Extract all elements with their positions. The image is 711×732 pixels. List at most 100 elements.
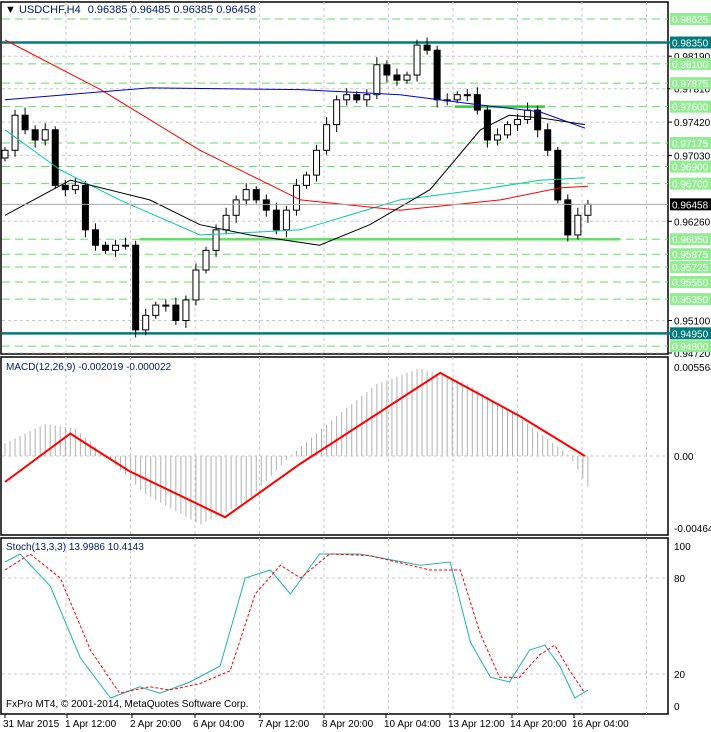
level-label: 0.96700 <box>672 180 709 191</box>
stoch-axis-label: 20 <box>674 670 686 681</box>
candle-body <box>182 299 190 321</box>
candle <box>51 126 59 189</box>
pane-border-2 <box>0 537 669 715</box>
macd-axis-label: 0.005568 <box>674 363 711 374</box>
candle-body <box>313 149 321 176</box>
candle-body <box>333 99 341 126</box>
candle-body <box>564 199 572 236</box>
candle-body <box>212 229 220 251</box>
level-label: 0.97600 <box>672 103 709 114</box>
stoch-label: Stoch(13,3,3) 13.9986 10.4143 <box>6 542 144 553</box>
candle <box>564 194 572 242</box>
price-axis-label: 0.97420 <box>674 118 711 129</box>
candle-body <box>493 134 501 141</box>
candle-body <box>142 314 150 331</box>
time-axis-label: 2 Apr 20:00 <box>130 719 182 730</box>
candle-body <box>162 304 170 307</box>
candle-body <box>413 44 421 76</box>
time-axis-label: 10 Apr 04:00 <box>384 719 441 730</box>
time-axis-label: 16 Apr 04:00 <box>572 719 629 730</box>
pane-border-0 <box>0 1 669 355</box>
candle-body <box>11 114 19 151</box>
candle <box>192 263 200 306</box>
candle-body <box>232 199 240 216</box>
candle-body <box>453 94 461 101</box>
time-axis-label: 7 Apr 12:00 <box>258 719 310 730</box>
level-label: 0.96900 <box>672 163 709 174</box>
macd-axis-label: 0.00 <box>674 452 694 463</box>
price-axis-label: 0.95100 <box>674 316 711 327</box>
time-axis-label: 31 Mar 2015 <box>3 719 60 730</box>
candle-body <box>534 109 542 131</box>
candle-body <box>1 149 9 159</box>
candle-body <box>423 44 431 51</box>
candle-body <box>132 244 140 331</box>
candle-body <box>403 74 411 81</box>
candle-body <box>514 118 522 126</box>
candle-body <box>192 269 200 301</box>
candle-body <box>31 129 39 141</box>
candle-body <box>433 49 441 101</box>
ohlc-values: 0.96385 0.96485 0.96385 0.96458 <box>87 4 256 16</box>
copyright-text: FxPro MT4, © 2001-2014, MetaQuotes Softw… <box>6 699 249 710</box>
candle-body <box>81 184 89 231</box>
candle-body <box>554 149 562 201</box>
level-label: 0.95875 <box>672 250 709 261</box>
candle <box>11 109 19 157</box>
candle-body <box>373 64 381 96</box>
chart-window[interactable]: 0.98190 0.97810 0.97420 0.97030 0.96260 0.951… <box>0 0 711 732</box>
candle-body <box>152 304 160 316</box>
candle-body <box>574 214 582 236</box>
current-price-label: 0.96458 <box>672 200 709 211</box>
time-axis-label: 6 Apr 04:00 <box>193 719 245 730</box>
level-label: 0.97175 <box>672 139 709 150</box>
candle-body <box>363 94 371 101</box>
candle-body <box>272 209 280 231</box>
level-label: 0.95350 <box>672 295 709 306</box>
candle-body <box>71 184 79 191</box>
price-axis-label: 0.96260 <box>674 217 711 228</box>
candle-body <box>393 74 401 81</box>
level-label: 0.94800 <box>672 342 709 353</box>
chart-header: ▼ USDCHF,H4 0.96385 0.96485 0.96385 0.96… <box>5 4 256 16</box>
candle-body <box>91 229 99 246</box>
time-axis-label: 1 Apr 12:00 <box>65 719 117 730</box>
candle-body <box>463 94 471 97</box>
candle-body <box>473 94 481 111</box>
dropdown-triangle-icon[interactable]: ▼ <box>5 4 16 16</box>
candle-body <box>21 114 29 131</box>
level-label: 0.98625 <box>672 15 709 26</box>
candle <box>202 246 210 274</box>
candle-body <box>544 129 552 151</box>
candle-body <box>51 129 59 186</box>
stoch-axis-label: 0 <box>674 702 680 713</box>
level-label: 0.95550 <box>672 278 709 289</box>
candle <box>554 146 562 204</box>
time-axis-label: 13 Apr 12:00 <box>448 719 505 730</box>
candle-body <box>262 199 270 211</box>
candle-body <box>122 244 130 247</box>
teal-level-label: 0.98350 <box>672 39 709 50</box>
candle-body <box>252 189 260 201</box>
candle <box>81 180 89 238</box>
candle <box>132 240 140 338</box>
level-label: 0.96050 <box>672 235 709 246</box>
candle <box>413 39 421 82</box>
candle-body <box>584 203 592 216</box>
macd-axis-label: -0.004644 <box>674 524 711 535</box>
candle-body <box>303 174 310 186</box>
candle-body <box>504 124 511 136</box>
candle-body <box>524 109 532 120</box>
level-label: 0.95725 <box>672 263 709 274</box>
candle-body <box>202 249 210 271</box>
candle-body <box>343 94 351 101</box>
time-axis-label: 14 Apr 20:00 <box>510 719 567 730</box>
candle-body <box>222 214 230 231</box>
candle-body <box>323 124 331 151</box>
candle-body <box>61 184 69 191</box>
level-label: 0.97875 <box>672 79 709 90</box>
macd-label: MACD(12,26,9) -0.002019 -0.000022 <box>6 362 172 373</box>
candle-body <box>282 209 290 231</box>
stoch-axis-label: 80 <box>674 574 686 585</box>
candle-body <box>383 64 391 76</box>
